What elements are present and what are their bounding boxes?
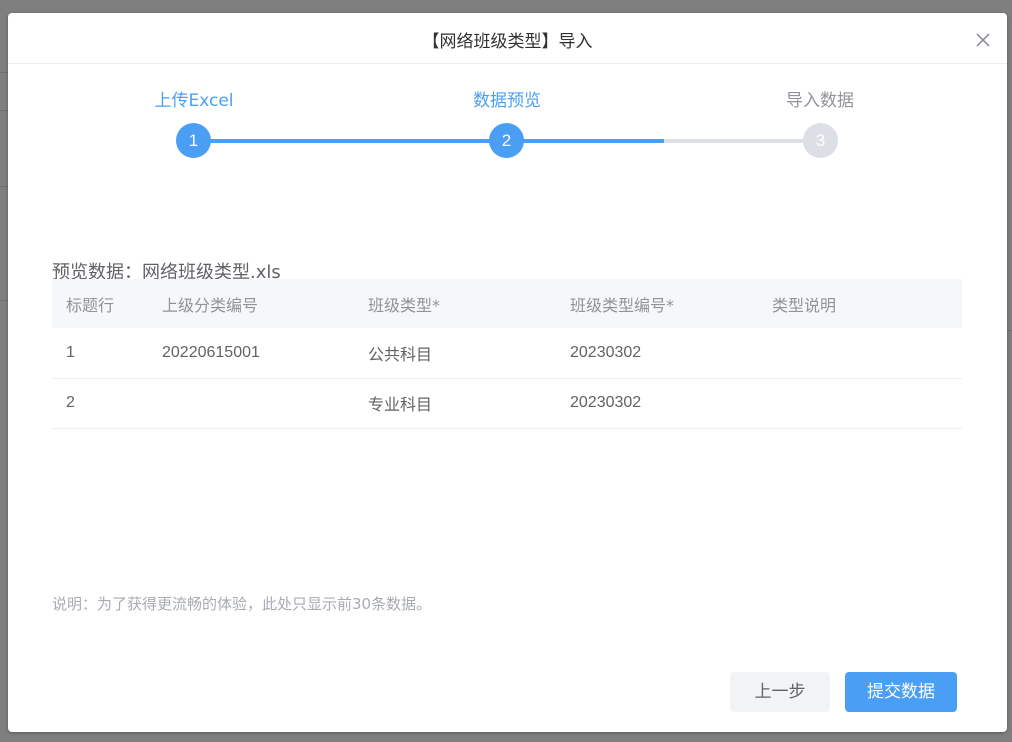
step-circle-3: 3 <box>803 123 838 158</box>
preview-note: 说明：为了获得更流畅的体验，此处只显示前30条数据。 <box>52 595 432 613</box>
step-circle-1: 1 <box>176 123 211 158</box>
step-connector-pending <box>664 139 820 143</box>
step-title-preview: 数据预览 <box>473 91 541 111</box>
table-cell <box>758 378 962 429</box>
close-button[interactable] <box>975 32 991 48</box>
preview-table: 标题行 上级分类编号 班级类型* 班级类型编号* 类型说明 1 20220615… <box>52 279 962 429</box>
step-circle-2: 2 <box>489 123 524 158</box>
step-connector-progress <box>194 139 664 143</box>
table-row: 2 专业科目 20230302 <box>52 378 962 429</box>
column-header: 标题行 <box>52 279 148 328</box>
column-header: 班级类型* <box>354 279 556 328</box>
table-cell: 专业科目 <box>354 378 556 429</box>
table-cell <box>148 378 354 429</box>
step-title-import: 导入数据 <box>786 91 854 111</box>
submit-data-button[interactable]: 提交数据 <box>845 672 957 712</box>
background-divider <box>0 300 8 301</box>
table-cell: 2 <box>52 378 148 429</box>
table-cell: 20220615001 <box>148 328 354 379</box>
background-divider <box>0 72 8 73</box>
column-header: 班级类型编号* <box>556 279 758 328</box>
dialog-title: 【网络班级类型】导入 <box>422 32 593 52</box>
table-cell: 20230302 <box>556 378 758 429</box>
table-row: 1 20220615001 公共科目 20230302 <box>52 328 962 379</box>
dialog-header: 【网络班级类型】导入 <box>8 13 1007 64</box>
background-divider <box>0 186 8 187</box>
table-header-row: 标题行 上级分类编号 班级类型* 班级类型编号* 类型说明 <box>52 279 962 328</box>
background-divider <box>0 110 8 111</box>
table-cell <box>758 328 962 379</box>
column-header: 类型说明 <box>758 279 962 328</box>
table-cell: 1 <box>52 328 148 379</box>
table-cell: 20230302 <box>556 328 758 379</box>
steps-bar: 上传Excel 1 数据预览 2 导入数据 3 <box>8 64 1007 174</box>
column-header: 上级分类编号 <box>148 279 354 328</box>
table-cell: 公共科目 <box>354 328 556 379</box>
import-dialog: 【网络班级类型】导入 上传Excel 1 数据预览 2 导入数据 3 预览数据：… <box>8 13 1007 732</box>
previous-step-button[interactable]: 上一步 <box>730 672 830 712</box>
step-title-upload: 上传Excel <box>154 91 234 111</box>
close-icon <box>976 33 990 47</box>
